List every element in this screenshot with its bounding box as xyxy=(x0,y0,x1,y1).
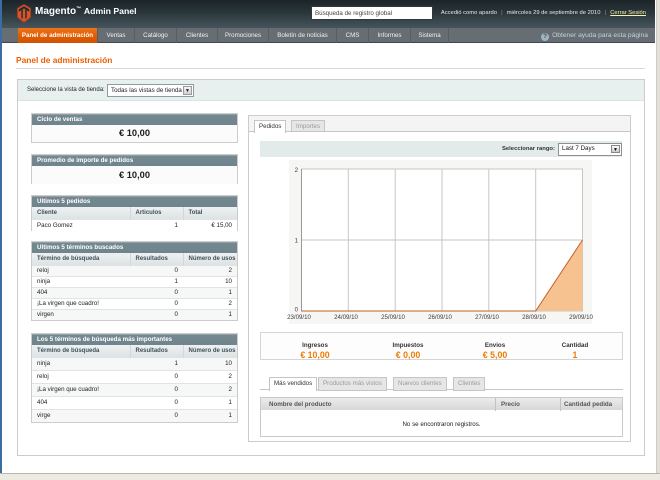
svg-text:24/09/10: 24/09/10 xyxy=(334,314,358,321)
svg-text:26/09/10: 26/09/10 xyxy=(428,314,452,321)
svg-text:29/09/10: 29/09/10 xyxy=(569,314,593,321)
svg-text:23/09/10: 23/09/10 xyxy=(287,314,311,321)
svg-text:25/09/10: 25/09/10 xyxy=(381,314,405,321)
svg-text:28/09/10: 28/09/10 xyxy=(522,314,546,321)
svg-text:27/09/10: 27/09/10 xyxy=(475,314,499,321)
